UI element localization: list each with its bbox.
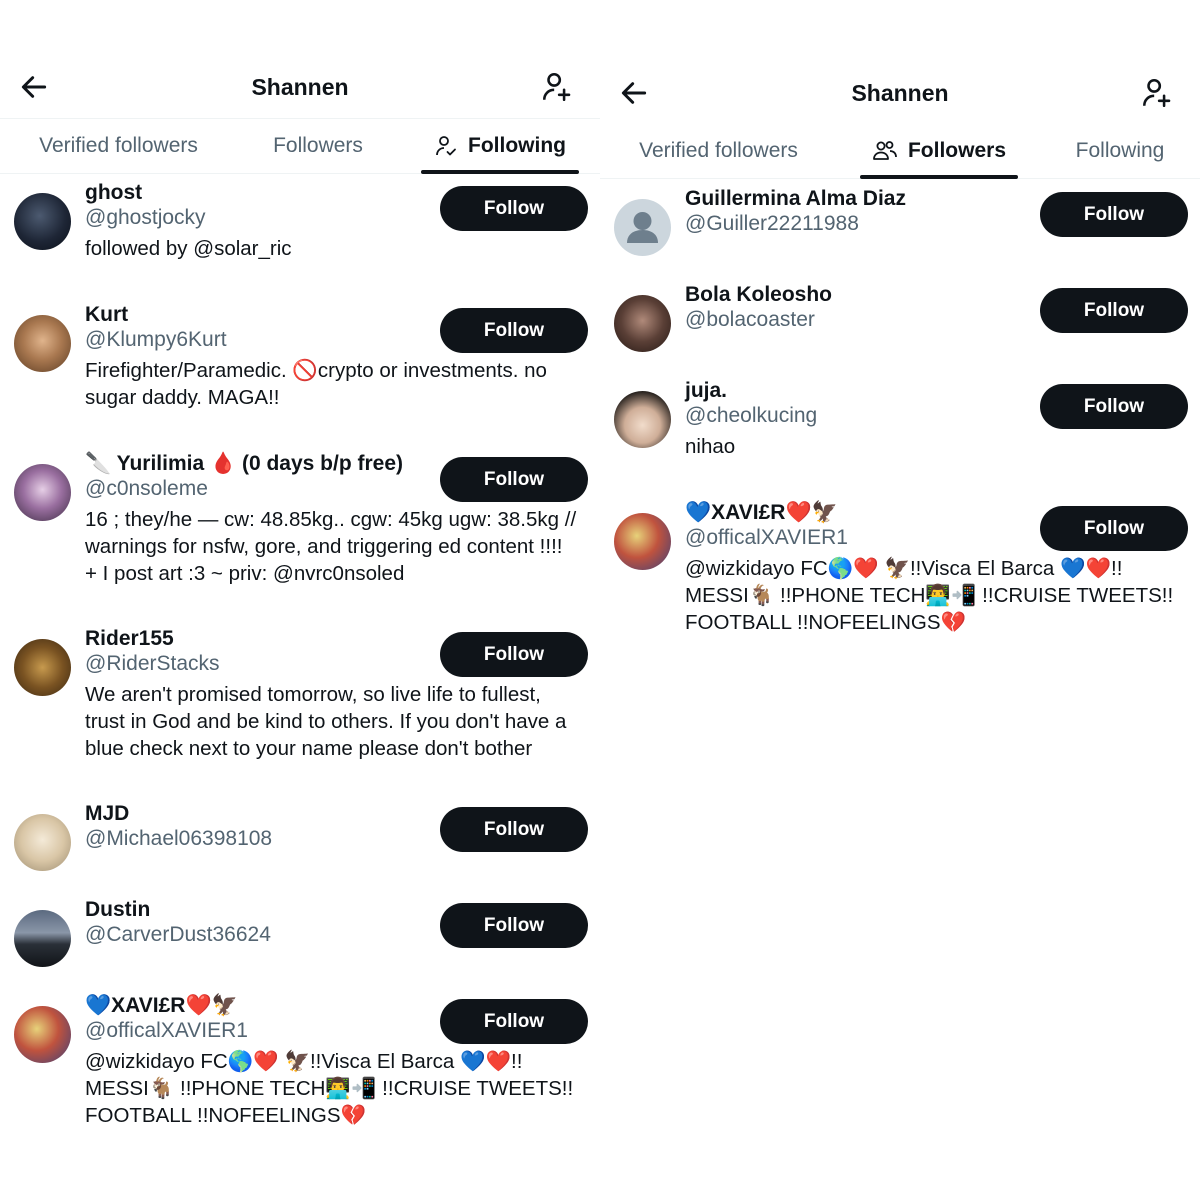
- top-bar: Shannen: [0, 58, 600, 118]
- tab-label: Following: [468, 134, 566, 157]
- user-bio: Firefighter/Paramedic. 🚫crypto or invest…: [85, 359, 547, 409]
- person-plus-icon[interactable]: [1140, 76, 1174, 110]
- user-name[interactable]: Guillermina Alma Diaz: [685, 187, 906, 211]
- tab-label: Followers: [907, 139, 1007, 162]
- avatar[interactable]: [14, 814, 71, 871]
- user-handle: @ghostjocky: [85, 206, 206, 229]
- follow-button[interactable]: Follow: [440, 308, 588, 353]
- user-bio: We aren't promised tomorrow, so live lif…: [85, 683, 567, 760]
- follow-button[interactable]: Follow: [440, 186, 588, 231]
- user-bio: @wizkidayo FC🌎❤️ 🦅!!Visca El Barca 💙❤️!!…: [85, 1050, 574, 1127]
- page-title: Shannen: [851, 80, 949, 106]
- follow-button[interactable]: Follow: [440, 807, 588, 852]
- tab-following[interactable]: Following: [1060, 124, 1180, 178]
- avatar[interactable]: [14, 464, 71, 521]
- tab-verified-followers[interactable]: Verified followers: [10, 119, 227, 173]
- tab-bar: Verified followers Followers Following: [600, 124, 1200, 179]
- avatar[interactable]: [614, 199, 671, 256]
- avatar[interactable]: [14, 910, 71, 967]
- user-bio: nihao: [685, 435, 736, 458]
- user-handle: @RiderStacks: [85, 652, 220, 675]
- avatar[interactable]: [614, 295, 671, 352]
- follow-button[interactable]: Follow: [1040, 384, 1188, 429]
- tab-label: Followers: [273, 134, 363, 157]
- tab-bar: Verified followers Followers Following: [0, 118, 600, 174]
- follow-button[interactable]: Follow: [440, 632, 588, 677]
- left-screen: Shannen Verified followers Followers Fol…: [0, 0, 600, 1200]
- follow-button[interactable]: Follow: [1040, 288, 1188, 333]
- user-handle: @CarverDust36624: [85, 923, 271, 946]
- user-name[interactable]: Bola Koleosho: [685, 283, 832, 307]
- follow-button[interactable]: Follow: [440, 903, 588, 948]
- right-screen: Shannen Verified followers Followers Fol…: [600, 0, 1200, 1200]
- user-name[interactable]: juja.: [685, 379, 727, 403]
- follow-button[interactable]: Follow: [1040, 506, 1188, 551]
- avatar[interactable]: [614, 513, 671, 570]
- follow-button[interactable]: Follow: [440, 999, 588, 1044]
- user-handle: @Guiller22211988: [685, 212, 859, 235]
- avatar[interactable]: [614, 391, 671, 448]
- user-name[interactable]: 💙XAVI£R❤️🦅: [85, 994, 238, 1018]
- user-handle: @officalXAVIER1: [85, 1019, 248, 1042]
- user-name[interactable]: MJD: [85, 802, 129, 826]
- tab-label: Verified followers: [39, 134, 198, 157]
- tab-following[interactable]: Following: [421, 119, 579, 174]
- user-bio: @wizkidayo FC🌎❤️ 🦅!!Visca El Barca 💙❤️!!…: [685, 557, 1174, 634]
- person-check-icon: [436, 136, 456, 156]
- avatar[interactable]: [14, 1006, 71, 1063]
- avatar[interactable]: [14, 193, 71, 250]
- tab-label: Verified followers: [639, 139, 798, 162]
- avatar[interactable]: [14, 315, 71, 372]
- avatar[interactable]: [14, 639, 71, 696]
- user-handle: @Michael06398108: [85, 827, 273, 850]
- user-name[interactable]: Kurt: [85, 303, 128, 327]
- user-bio: 16 ; they/he — cw: 48.85kg.. cgw: 45kg u…: [85, 508, 577, 585]
- tab-verified-followers[interactable]: Verified followers: [610, 124, 827, 178]
- user-name[interactable]: ghost: [85, 181, 142, 205]
- tab-followers[interactable]: Followers: [860, 124, 1018, 179]
- tab-label: Following: [1075, 139, 1165, 162]
- people-icon: [873, 141, 897, 160]
- follow-button[interactable]: Follow: [440, 457, 588, 502]
- top-bar: Shannen: [600, 64, 1200, 124]
- user-name[interactable]: Dustin: [85, 898, 150, 922]
- user-handle: @Klumpy6Kurt: [85, 328, 227, 351]
- follow-button[interactable]: Follow: [1040, 192, 1188, 237]
- user-handle: @cheolkucing: [685, 404, 818, 427]
- user-handle: @c0nsoleme: [85, 477, 208, 500]
- user-bio: followed by @solar_ric: [85, 237, 292, 260]
- user-name[interactable]: 💙XAVI£R❤️🦅: [685, 501, 838, 525]
- person-plus-icon[interactable]: [540, 70, 574, 104]
- tab-followers[interactable]: Followers: [244, 119, 392, 173]
- user-name[interactable]: Rider155: [85, 627, 174, 651]
- user-name[interactable]: 🔪 Yurilimia 🩸 (0 days b/p free): [85, 452, 403, 476]
- user-handle: @bolacoaster: [685, 308, 815, 331]
- user-handle: @officalXAVIER1: [685, 526, 848, 549]
- page-title: Shannen: [251, 74, 349, 100]
- default-avatar-icon: [627, 212, 658, 243]
